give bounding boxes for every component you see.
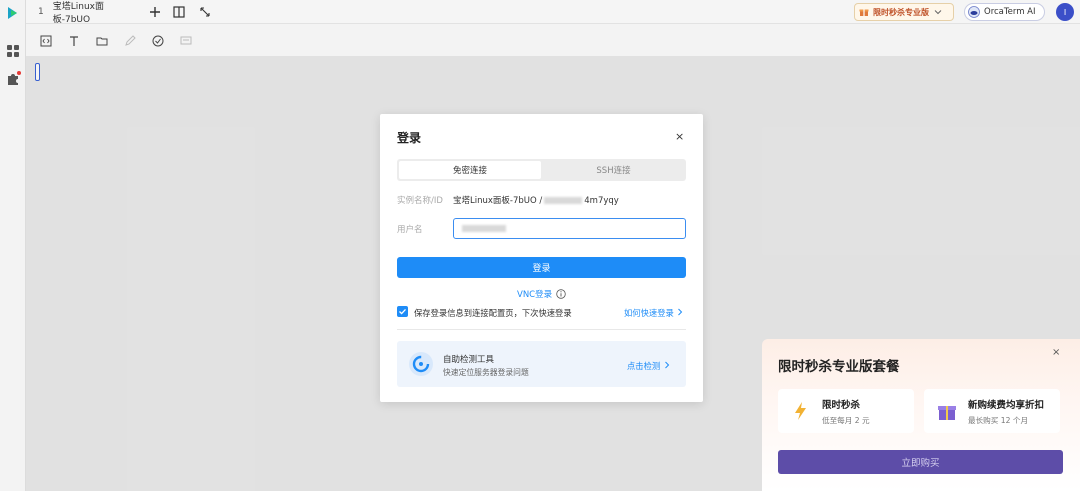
tab-ssh[interactable]: SSH连接 xyxy=(543,161,684,179)
add-tab-icon[interactable] xyxy=(148,5,162,19)
tab-instance[interactable]: 1 宝塔Linux面板-7bUO xyxy=(26,0,138,25)
tab-title: 宝塔Linux面板-7bUO xyxy=(52,2,104,25)
save-login-label: 保存登录信息到连接配置页，下次快速登录 xyxy=(414,308,572,318)
promo-dropdown[interactable]: 限时秒杀专业版 xyxy=(854,3,954,21)
split-view-icon[interactable] xyxy=(172,5,186,19)
login-button[interactable]: 登录 xyxy=(397,257,686,278)
vnc-login-link[interactable]: VNC登录 xyxy=(517,288,566,300)
instance-value: 宝塔Linux面板-7bUO / 4m7yqy xyxy=(453,194,619,206)
gift-icon xyxy=(938,406,956,420)
buy-now-button[interactable]: 立即购买 xyxy=(778,450,1063,474)
app-logo-icon[interactable] xyxy=(4,4,22,22)
redacted-username xyxy=(462,225,506,232)
info-icon[interactable] xyxy=(556,289,566,299)
plugin-icon[interactable] xyxy=(5,70,21,86)
promo-card-desc: 低至每月 2 元 xyxy=(822,416,870,425)
chevron-right-icon xyxy=(664,361,670,369)
check-circle-icon[interactable] xyxy=(152,35,164,47)
tab-number: 1 xyxy=(38,7,44,17)
diagnostic-icon xyxy=(409,352,433,376)
promo-card-title: 限时秒杀 xyxy=(822,400,861,411)
redacted-text xyxy=(544,197,583,204)
run-check-link[interactable]: 点击检测 xyxy=(627,360,671,372)
apps-grid-icon[interactable] xyxy=(5,43,21,59)
quick-login-link[interactable]: 如何快速登录 xyxy=(624,307,684,319)
promo-card-flash-sale: 限时秒杀 低至每月 2 元 xyxy=(778,389,914,433)
check-icon xyxy=(399,308,406,315)
instance-label: 实例名称/ID xyxy=(397,196,443,206)
promo-card-desc: 最长购买 12 个月 xyxy=(968,416,1029,425)
close-icon[interactable]: × xyxy=(675,130,684,143)
connection-type-tabs: 免密连接 SSH连接 xyxy=(397,159,686,181)
instance-id-suffix: 4m7yqy xyxy=(584,196,619,206)
username-input[interactable] xyxy=(453,218,686,239)
avatar[interactable]: I xyxy=(1056,3,1074,21)
chevron-down-icon xyxy=(934,10,942,15)
code-icon[interactable] xyxy=(40,35,52,47)
quick-login-label: 如何快速登录 xyxy=(624,308,674,318)
close-icon[interactable]: × xyxy=(1052,347,1060,358)
orca-label: OrcaTerm AI xyxy=(984,7,1036,17)
run-check-label: 点击检测 xyxy=(627,361,661,371)
instance-name: 宝塔Linux面板-7bUO / xyxy=(453,196,543,206)
promo-label: 限时秒杀专业版 xyxy=(873,7,929,17)
lightning-icon xyxy=(795,402,806,420)
promo-card-title: 新购续费均享折扣 xyxy=(968,400,1045,411)
promo-card-discount: 新购续费均享折扣 最长购买 12 个月 xyxy=(924,389,1060,433)
top-bar: 1 宝塔Linux面板-7bUO 限时秒杀专业版 OrcaTerm AI I xyxy=(26,0,1080,25)
chat-icon xyxy=(180,36,192,45)
orca-icon xyxy=(968,6,980,18)
vnc-label: VNC登录 xyxy=(517,290,553,300)
orcaterm-ai-button[interactable]: OrcaTerm AI xyxy=(964,3,1045,21)
chevron-right-icon xyxy=(678,308,683,316)
folder-icon[interactable] xyxy=(96,35,108,47)
tab-passwordless[interactable]: 免密连接 xyxy=(399,161,541,179)
username-label: 用户名 xyxy=(397,225,423,235)
toolbar xyxy=(26,24,1080,56)
gift-icon xyxy=(859,9,869,16)
expand-icon[interactable] xyxy=(198,5,212,19)
divider xyxy=(397,329,686,330)
self-check-tool-card[interactable]: 自助检测工具 快速定位服务器登录问题 点击检测 xyxy=(397,341,686,387)
promo-panel: × 限时秒杀专业版套餐 限时秒杀 低至每月 2 元 新购续费均享折扣 最长购买 … xyxy=(762,339,1080,491)
login-dialog: 登录 × 免密连接 SSH连接 实例名称/ID 宝塔Linux面板-7bUO /… xyxy=(380,114,703,402)
tool-title: 自助检测工具 xyxy=(443,355,495,365)
promo-title: 限时秒杀专业版套餐 xyxy=(778,359,900,375)
dialog-title: 登录 xyxy=(397,131,422,145)
left-rail xyxy=(0,0,26,491)
text-icon[interactable] xyxy=(68,35,80,47)
edit-icon xyxy=(125,35,136,46)
tool-description: 快速定位服务器登录问题 xyxy=(443,368,529,377)
save-login-checkbox[interactable] xyxy=(397,306,408,317)
